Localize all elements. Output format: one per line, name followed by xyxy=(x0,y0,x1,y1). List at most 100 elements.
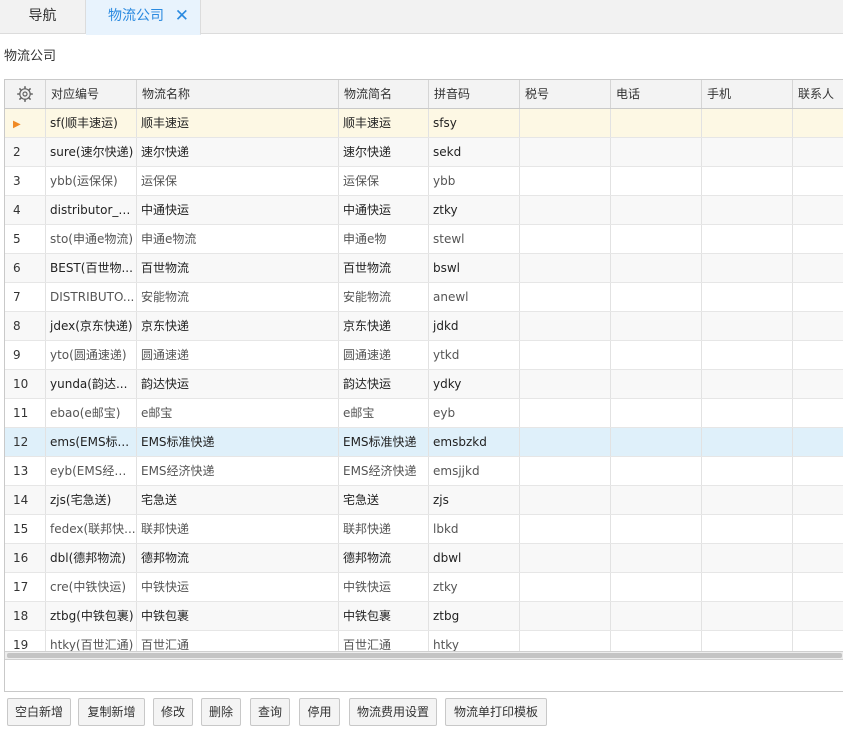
table-row[interactable]: 10 yunda(韵达... 韵达快运 韵达快运 ydky xyxy=(5,370,843,399)
cell-code[interactable]: DISTRIBUTO... xyxy=(46,283,137,311)
cell-pinyin[interactable]: ztbg xyxy=(429,602,520,630)
table-row[interactable]: 2 sure(速尔快递) 速尔快递 速尔快递 sekd xyxy=(5,138,843,167)
table-row[interactable]: 11 ebao(e邮宝) e邮宝 e邮宝 eyb xyxy=(5,399,843,428)
cell-short-name[interactable]: e邮宝 xyxy=(339,399,429,427)
cell-tax-number[interactable] xyxy=(520,399,611,427)
column-settings-gear-icon[interactable] xyxy=(5,80,46,108)
disable-button[interactable]: 停用 xyxy=(299,698,340,726)
table-row[interactable]: 14 zjs(宅急送) 宅急送 宅急送 zjs xyxy=(5,486,843,515)
cell-phone[interactable] xyxy=(611,370,702,398)
cell-tax-number[interactable] xyxy=(520,370,611,398)
cell-short-name[interactable]: 中铁快运 xyxy=(339,573,429,601)
cell-pinyin[interactable]: anewl xyxy=(429,283,520,311)
cell-short-name[interactable]: 中铁包裹 xyxy=(339,602,429,630)
table-row[interactable]: 3 ybb(运保保) 运保保 运保保 ybb xyxy=(5,167,843,196)
cell-pinyin[interactable]: ybb xyxy=(429,167,520,195)
cell-name[interactable]: 顺丰速运 xyxy=(137,109,339,137)
cell-code[interactable]: ebao(e邮宝) xyxy=(46,399,137,427)
cell-short-name[interactable]: 京东快递 xyxy=(339,312,429,340)
cell-phone[interactable] xyxy=(611,515,702,543)
delete-button[interactable]: 删除 xyxy=(201,698,241,726)
cell-code[interactable]: BEST(百世物... xyxy=(46,254,137,282)
cell-phone[interactable] xyxy=(611,109,702,137)
table-row[interactable]: 9 yto(圆通速递) 圆通速递 圆通速递 ytkd xyxy=(5,341,843,370)
cell-phone[interactable] xyxy=(611,631,702,651)
cell-contact[interactable] xyxy=(793,486,843,514)
cell-contact[interactable] xyxy=(793,544,843,572)
cell-tax-number[interactable] xyxy=(520,196,611,224)
cell-contact[interactable] xyxy=(793,515,843,543)
cell-mobile[interactable] xyxy=(702,138,793,166)
cell-code[interactable]: distributor_1... xyxy=(46,196,137,224)
cell-tax-number[interactable] xyxy=(520,486,611,514)
cell-phone[interactable] xyxy=(611,312,702,340)
table-row[interactable]: 6 BEST(百世物... 百世物流 百世物流 bswl xyxy=(5,254,843,283)
cell-phone[interactable] xyxy=(611,138,702,166)
cell-mobile[interactable] xyxy=(702,602,793,630)
cell-tax-number[interactable] xyxy=(520,138,611,166)
cell-pinyin[interactable]: lbkd xyxy=(429,515,520,543)
cell-contact[interactable] xyxy=(793,631,843,651)
cell-contact[interactable] xyxy=(793,109,843,137)
cell-short-name[interactable]: 申通e物 xyxy=(339,225,429,253)
table-row[interactable]: 4 distributor_1... 中通快运 中通快运 ztky xyxy=(5,196,843,225)
cell-short-name[interactable]: 德邦物流 xyxy=(339,544,429,572)
cell-code[interactable]: cre(中铁快运) xyxy=(46,573,137,601)
cell-contact[interactable] xyxy=(793,573,843,601)
cell-mobile[interactable] xyxy=(702,283,793,311)
cell-phone[interactable] xyxy=(611,341,702,369)
cell-tax-number[interactable] xyxy=(520,283,611,311)
cell-pinyin[interactable]: ytkd xyxy=(429,341,520,369)
cell-code[interactable]: sf(顺丰速运) xyxy=(46,109,137,137)
cell-phone[interactable] xyxy=(611,399,702,427)
tab-logistics-company[interactable]: 物流公司 ✕ xyxy=(86,0,201,35)
column-header-name[interactable]: 物流名称 xyxy=(137,80,339,108)
cell-name[interactable]: 速尔快递 xyxy=(137,138,339,166)
cell-mobile[interactable] xyxy=(702,573,793,601)
cell-name[interactable]: 百世物流 xyxy=(137,254,339,282)
cell-mobile[interactable] xyxy=(702,457,793,485)
cell-tax-number[interactable] xyxy=(520,457,611,485)
cell-name[interactable]: EMS标准快递 xyxy=(137,428,339,456)
cell-name[interactable]: EMS经济快递 xyxy=(137,457,339,485)
cell-mobile[interactable] xyxy=(702,428,793,456)
cell-mobile[interactable] xyxy=(702,167,793,195)
cell-tax-number[interactable] xyxy=(520,544,611,572)
cell-mobile[interactable] xyxy=(702,196,793,224)
cell-phone[interactable] xyxy=(611,254,702,282)
cell-tax-number[interactable] xyxy=(520,341,611,369)
cell-phone[interactable] xyxy=(611,544,702,572)
cell-contact[interactable] xyxy=(793,225,843,253)
copy-add-button[interactable]: 复制新增 xyxy=(78,698,145,726)
cell-short-name[interactable]: 百世汇通 xyxy=(339,631,429,651)
cell-name[interactable]: 中铁包裹 xyxy=(137,602,339,630)
query-button[interactable]: 查询 xyxy=(250,698,290,726)
table-row[interactable]: 18 ztbg(中铁包裹) 中铁包裹 中铁包裹 ztbg xyxy=(5,602,843,631)
cell-code[interactable]: yunda(韵达... xyxy=(46,370,137,398)
cell-name[interactable]: 宅急送 xyxy=(137,486,339,514)
cell-pinyin[interactable]: ztky xyxy=(429,196,520,224)
cell-pinyin[interactable]: jdkd xyxy=(429,312,520,340)
cell-short-name[interactable]: 运保保 xyxy=(339,167,429,195)
cell-short-name[interactable]: 中通快运 xyxy=(339,196,429,224)
cell-contact[interactable] xyxy=(793,196,843,224)
cell-pinyin[interactable]: emsbzkd xyxy=(429,428,520,456)
cell-name[interactable]: e邮宝 xyxy=(137,399,339,427)
cell-phone[interactable] xyxy=(611,457,702,485)
cell-mobile[interactable] xyxy=(702,399,793,427)
cell-code[interactable]: htky(百世汇通) xyxy=(46,631,137,651)
horizontal-scrollbar[interactable] xyxy=(5,651,843,660)
cell-tax-number[interactable] xyxy=(520,167,611,195)
cell-tax-number[interactable] xyxy=(520,602,611,630)
table-row[interactable]: ▶ sf(顺丰速运) 顺丰速运 顺丰速运 sfsy xyxy=(5,109,843,138)
column-header-short-name[interactable]: 物流简名 xyxy=(339,80,429,108)
table-row[interactable]: 17 cre(中铁快运) 中铁快运 中铁快运 ztky xyxy=(5,573,843,602)
column-header-code[interactable]: 对应编号 xyxy=(46,80,137,108)
cell-pinyin[interactable]: ydky xyxy=(429,370,520,398)
cell-contact[interactable] xyxy=(793,312,843,340)
cell-code[interactable]: dbl(德邦物流) xyxy=(46,544,137,572)
cell-pinyin[interactable]: stewl xyxy=(429,225,520,253)
cell-short-name[interactable]: 速尔快递 xyxy=(339,138,429,166)
cell-tax-number[interactable] xyxy=(520,631,611,651)
cell-code[interactable]: jdex(京东快递) xyxy=(46,312,137,340)
